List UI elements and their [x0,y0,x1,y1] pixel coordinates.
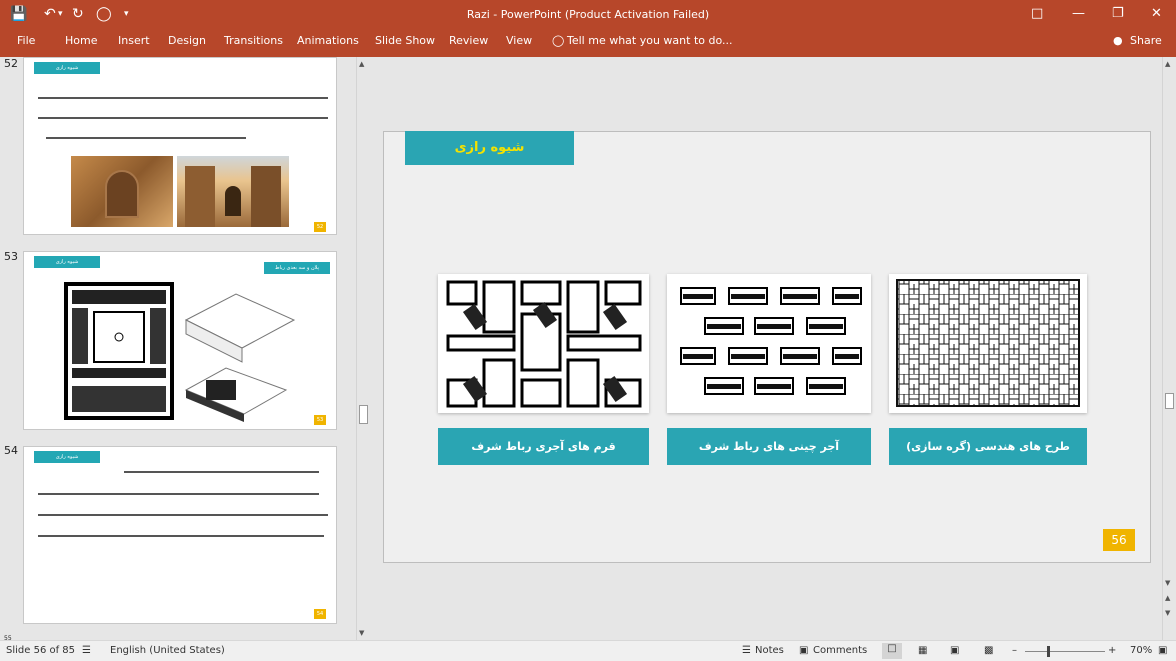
thumbnail-subheader: پلان و سه بعدی رباط [264,262,330,274]
scroll-thumb[interactable] [1165,393,1174,409]
scroll-down-icon[interactable]: ▼ [1165,579,1170,587]
previous-slide-icon[interactable]: ▲ [1165,594,1170,602]
text-line [38,514,328,516]
thumbnail-scrollbar[interactable]: ▲ ▼ [356,57,370,640]
thumbnail-number: 54 [4,444,18,457]
text-line [38,97,328,99]
share-button[interactable]: Share [1130,34,1162,48]
comments-button[interactable]: Comments [813,645,867,657]
thumbnail-number: 53 [4,250,18,263]
fit-slide-icon[interactable]: ▣ [1158,645,1167,657]
brick-pattern-image-2 [667,274,871,413]
tab-design[interactable]: Design [168,34,206,48]
slide-page-number: 56 [1103,529,1135,551]
tab-insert[interactable]: Insert [118,34,150,48]
thumbnail-page-number: 52 [314,222,326,232]
caption-box-3: طرح های هندسی (گره سازی) [889,428,1087,465]
next-slide-icon[interactable]: ▼ [1165,609,1170,617]
slide-thumbnail-52[interactable]: شیوه رازی 52 [23,57,337,235]
caption-box-2: آجر چینی های رباط شرف [667,428,871,465]
thumbnail-page-number: 54 [314,609,326,619]
ribbon-display-options-icon[interactable]: □ [1031,6,1043,22]
thumbnail-header: شیوه رازی [34,62,100,74]
slide-thumbnail-54[interactable]: شیوه رازی 54 [23,446,337,624]
ribbon-tabs: File Home Insert Design Transitions Anim… [0,30,1176,57]
text-line [38,535,324,537]
scroll-up-icon[interactable]: ▲ [359,60,364,68]
status-bar: Slide 56 of 85 ☰ English (United States)… [0,640,1176,661]
zoom-slider[interactable] [1025,651,1105,652]
minimize-icon[interactable]: — [1072,6,1085,22]
normal-view-icon[interactable]: □ [882,643,902,659]
3d-plan-image [184,293,296,422]
slide-sorter-icon[interactable]: ▦ [918,645,927,657]
arch-photo [71,156,173,227]
share-icon: ● [1113,34,1123,47]
slide-count: Slide 56 of 85 [6,645,76,656]
zoom-out-icon[interactable]: – [1012,645,1017,657]
thumbnail-header: شیوه رازی [34,256,100,268]
title-bar: 💾 ↶ ▾ ↻ ◯ ▾ Razi - PowerPoint (Product A… [0,0,1176,30]
tab-view[interactable]: View [506,34,532,48]
slide-editing-pane: شیوه رازی قرم های آجری رباط شرف آجر چینی… [370,57,1162,640]
text-line [46,137,246,139]
notes-icon: ☰ [742,645,751,656]
thumbnail-page-number: 53 [314,415,326,425]
corridor-photo [177,156,289,227]
tab-animations[interactable]: Animations [297,34,359,48]
scroll-thumb[interactable] [359,405,368,424]
restore-icon[interactable]: ❐ [1112,6,1124,22]
floor-plan-image [64,282,174,420]
tab-file[interactable]: File [17,34,35,48]
reading-view-icon[interactable]: ▣ [950,645,959,657]
slide-title: شیوه رازی [405,131,574,165]
scroll-down-icon[interactable]: ▼ [359,629,364,637]
slide-scrollbar[interactable]: ▲ ▼ ▲ ▼ [1162,57,1176,640]
tab-transitions[interactable]: Transitions [224,34,283,48]
text-line [38,493,319,495]
window-title: Razi - PowerPoint (Product Activation Fa… [466,8,710,21]
lightbulb-icon: ◯ [552,34,565,47]
tab-review[interactable]: Review [449,34,488,48]
text-line [124,471,319,473]
thumbnail-header: شیوه رازی [34,451,100,463]
current-slide[interactable]: شیوه رازی قرم های آجری رباط شرف آجر چینی… [383,131,1151,563]
thumbnail-number: 52 [4,57,18,70]
tab-slide-show[interactable]: Slide Show [375,34,435,48]
spelling-check-icon[interactable]: ☰ [82,645,91,657]
caption-box-1: قرم های آجری رباط شرف [438,428,649,465]
text-line [38,117,328,119]
zoom-in-icon[interactable]: + [1108,645,1116,657]
tell-me-box[interactable]: Tell me what you want to do... [567,34,733,48]
zoom-slider-thumb[interactable] [1047,646,1050,657]
slide-thumbnail-53[interactable]: شیوه رازی پلان و سه بعدی رباط 53 [23,251,337,430]
tab-home[interactable]: Home [65,34,97,48]
language-indicator[interactable]: English (United States) [110,645,225,657]
slide-thumbnail-pane: 52 شیوه رازی 52 53 شیوه رازی پلان و سه ب… [0,57,356,640]
slide-show-icon[interactable]: ▩ [984,645,993,657]
brick-pattern-image-1 [438,274,649,413]
close-icon[interactable]: ✕ [1151,6,1162,22]
zoom-level[interactable]: 70% [1130,645,1152,657]
comments-icon: ▣ [799,645,809,656]
scroll-up-icon[interactable]: ▲ [1165,60,1170,68]
geometric-pattern-image [889,274,1087,413]
notes-button[interactable]: Notes [755,645,784,657]
